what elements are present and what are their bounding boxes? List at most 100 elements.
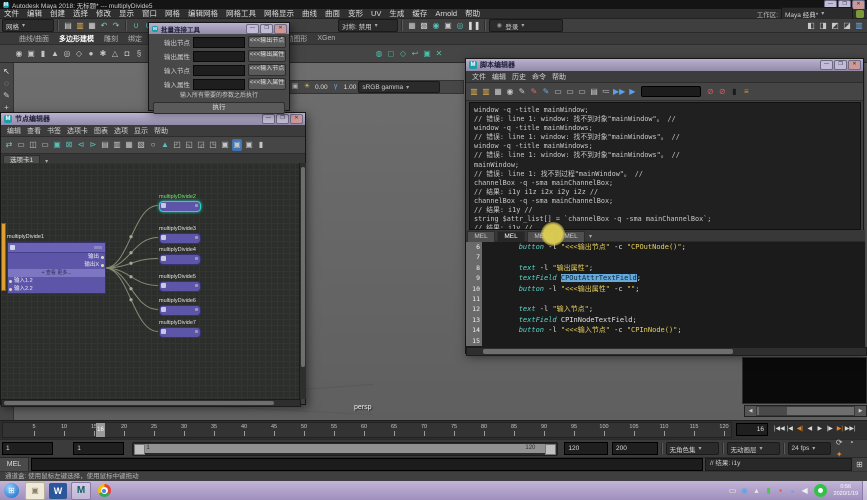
new-scene-icon[interactable]: ▤ bbox=[63, 20, 73, 32]
checker-icon[interactable]: ▣ bbox=[423, 48, 433, 60]
script-history-pane[interactable]: window -q -title mainWindow;// 错误: line … bbox=[469, 102, 861, 230]
update-tray-icon[interactable]: ▴ bbox=[752, 485, 762, 497]
clear-history-icon[interactable]: ▭ bbox=[577, 86, 587, 98]
mode-connected-icon[interactable]: ▣ bbox=[232, 139, 242, 151]
gamma-icon[interactable]: γ bbox=[331, 81, 341, 93]
clear-input-icon[interactable]: ⊘ bbox=[705, 86, 715, 98]
gamma-value[interactable]: 1.00 bbox=[344, 84, 357, 91]
colorspace-select[interactable]: sRGB gamma bbox=[358, 81, 440, 93]
source-out-row-1[interactable]: 输出X bbox=[8, 261, 105, 269]
look-dev-icon[interactable]: ◎ bbox=[455, 20, 465, 32]
node-editor-canvas[interactable]: multiplyDivide1 输出输出X+ 查看 更多...输入1.2输入2.… bbox=[1, 163, 299, 399]
mode-full-icon[interactable]: ▣ bbox=[244, 139, 254, 151]
search-field[interactable] bbox=[641, 86, 701, 97]
taskbar-chrome-icon[interactable] bbox=[95, 483, 113, 499]
menu-item-1[interactable]: 编辑 bbox=[27, 8, 42, 19]
node-editor-menu-0[interactable]: 编辑 bbox=[7, 126, 21, 136]
node-0[interactable] bbox=[159, 201, 201, 212]
shelf-tab-3[interactable]: 绑定 bbox=[128, 34, 142, 44]
poly-sphere-icon[interactable]: ◉ bbox=[15, 48, 25, 60]
render-settings-icon[interactable]: ◉ bbox=[431, 20, 441, 32]
menu-item-4[interactable]: 修改 bbox=[96, 8, 111, 19]
line-numbers-icon[interactable]: ≔ bbox=[601, 86, 611, 98]
grab-button[interactable]: <<<输出节点 bbox=[248, 36, 286, 48]
node-editor-titlebar[interactable]: M 节点编辑器 —❐✕ bbox=[1, 113, 305, 125]
menu-item-5[interactable]: 显示 bbox=[119, 8, 134, 19]
display-all-icon[interactable]: ◲ bbox=[196, 139, 206, 151]
snap-grid-icon[interactable]: ∪ bbox=[131, 20, 141, 32]
display-custom-icon[interactable]: ◳ bbox=[208, 139, 218, 151]
script-editor-menu-2[interactable]: 历史 bbox=[512, 72, 526, 82]
menu-item-2[interactable]: 创建 bbox=[50, 8, 65, 19]
shelf-tab-2[interactable]: 雕刻 bbox=[104, 34, 118, 44]
field-input[interactable] bbox=[193, 37, 245, 48]
source-node[interactable]: 输出输出X+ 查看 更多...输入1.2输入2.2 bbox=[7, 242, 106, 294]
menu-item-3[interactable]: 选择 bbox=[73, 8, 88, 19]
layout-free-icon[interactable]: ▧ bbox=[136, 139, 146, 151]
menu-item-0[interactable]: 文件 bbox=[4, 8, 19, 19]
poly-gear-icon[interactable]: ✱ bbox=[99, 48, 109, 60]
stack-trace-icon[interactable]: ▤ bbox=[589, 86, 599, 98]
node-editor-menu-4[interactable]: 图表 bbox=[94, 126, 108, 136]
menu-item-6[interactable]: 窗口 bbox=[142, 8, 157, 19]
clear-both-icon[interactable]: ⊘ bbox=[717, 86, 727, 98]
sign-in-select[interactable]: ◉登录 bbox=[489, 19, 563, 32]
menu-item-14[interactable]: UV bbox=[371, 9, 381, 18]
step-back-key-button[interactable]: ◀| bbox=[795, 423, 805, 436]
field-input[interactable] bbox=[193, 65, 245, 76]
anim-start-field[interactable]: 1 bbox=[2, 442, 53, 455]
node-editor-menu-2[interactable]: 书签 bbox=[47, 126, 61, 136]
open-scene-icon[interactable]: ▥ bbox=[75, 20, 85, 32]
bookmark-icon[interactable]: ▭ bbox=[40, 139, 50, 151]
anim-layer-select[interactable]: 无动画层 bbox=[727, 442, 780, 455]
pin-icon[interactable]: ▲ bbox=[160, 139, 170, 151]
save-script-icon[interactable]: ▥ bbox=[481, 86, 491, 98]
select-tool-icon[interactable]: ↖ bbox=[2, 66, 12, 78]
time-slider-track[interactable]: 5101520253035404550556065707580859095100… bbox=[2, 422, 732, 438]
clock-icon[interactable]: ◔ bbox=[846, 437, 856, 449]
channel-box-icon[interactable]: ▥ bbox=[854, 20, 864, 32]
fps-select[interactable]: 24 fps bbox=[788, 442, 832, 455]
script-editor-toggle-icon[interactable]: ⊞ bbox=[854, 459, 865, 470]
command-language-toggle[interactable]: MEL bbox=[0, 458, 29, 472]
menu-item-8[interactable]: 编辑网格 bbox=[188, 8, 218, 19]
anim-end-field[interactable]: 200 bbox=[612, 442, 658, 455]
scroll-right-arrow-icon[interactable]: ▶ bbox=[855, 406, 866, 416]
layout-vertical-icon[interactable]: ▥ bbox=[112, 139, 122, 151]
frame-all-icon[interactable]: ▭ bbox=[16, 139, 26, 151]
node-1[interactable] bbox=[159, 233, 201, 244]
remove-nodes-icon[interactable]: ⊠ bbox=[64, 139, 74, 151]
maximize-button[interactable]: ❐ bbox=[834, 60, 847, 70]
script-editor-menu-3[interactable]: 命令 bbox=[532, 72, 546, 82]
shelf-tab-10[interactable]: XGen bbox=[317, 35, 335, 42]
menu-item-16[interactable]: 缓存 bbox=[412, 8, 427, 19]
grab-button[interactable]: <<<输入属性 bbox=[248, 78, 286, 90]
save-scene-icon[interactable]: ▦ bbox=[87, 20, 97, 32]
netdisk-tray-icon[interactable]: ◒ bbox=[788, 485, 798, 497]
grab-button[interactable]: <<<输出属性 bbox=[248, 50, 286, 62]
sync-selection-icon[interactable]: ⇄ bbox=[4, 139, 14, 151]
hypershade-icon[interactable]: ◨ bbox=[818, 20, 828, 32]
frame-selected-icon[interactable]: ◫ bbox=[28, 139, 38, 151]
exposure-icon[interactable]: ☀ bbox=[302, 81, 312, 93]
poly-torus-icon[interactable]: ◎ bbox=[63, 48, 73, 60]
menu-item-9[interactable]: 网格工具 bbox=[226, 8, 256, 19]
add-nodes-icon[interactable]: ▣ bbox=[52, 139, 62, 151]
step-forward-key-button[interactable]: |▶ bbox=[825, 423, 835, 436]
swatch-icon[interactable]: ▮ bbox=[729, 86, 739, 98]
script-tab-0[interactable]: MEL bbox=[467, 231, 495, 242]
script-editor-menu-4[interactable]: 帮助 bbox=[552, 72, 566, 82]
undo-icon[interactable]: ↶ bbox=[99, 20, 109, 32]
redo-icon[interactable]: ↷ bbox=[111, 20, 121, 32]
source-node-header[interactable] bbox=[8, 243, 105, 253]
taskbar-photos-icon[interactable]: ▣ bbox=[25, 482, 45, 500]
poly-cone-icon[interactable]: ▲ bbox=[51, 48, 61, 60]
volume-tray-icon[interactable]: ◀ bbox=[800, 485, 810, 497]
range-end-handle[interactable] bbox=[545, 444, 556, 455]
search-icon[interactable]: ○ bbox=[148, 139, 158, 151]
playback-end-field[interactable]: 120 bbox=[564, 442, 608, 455]
im-tray-icon[interactable]: ◉ bbox=[740, 485, 750, 497]
field-input[interactable] bbox=[193, 51, 245, 62]
script-editor-menu-1[interactable]: 编辑 bbox=[492, 72, 506, 82]
script-tab-1[interactable]: MEL bbox=[497, 231, 525, 242]
